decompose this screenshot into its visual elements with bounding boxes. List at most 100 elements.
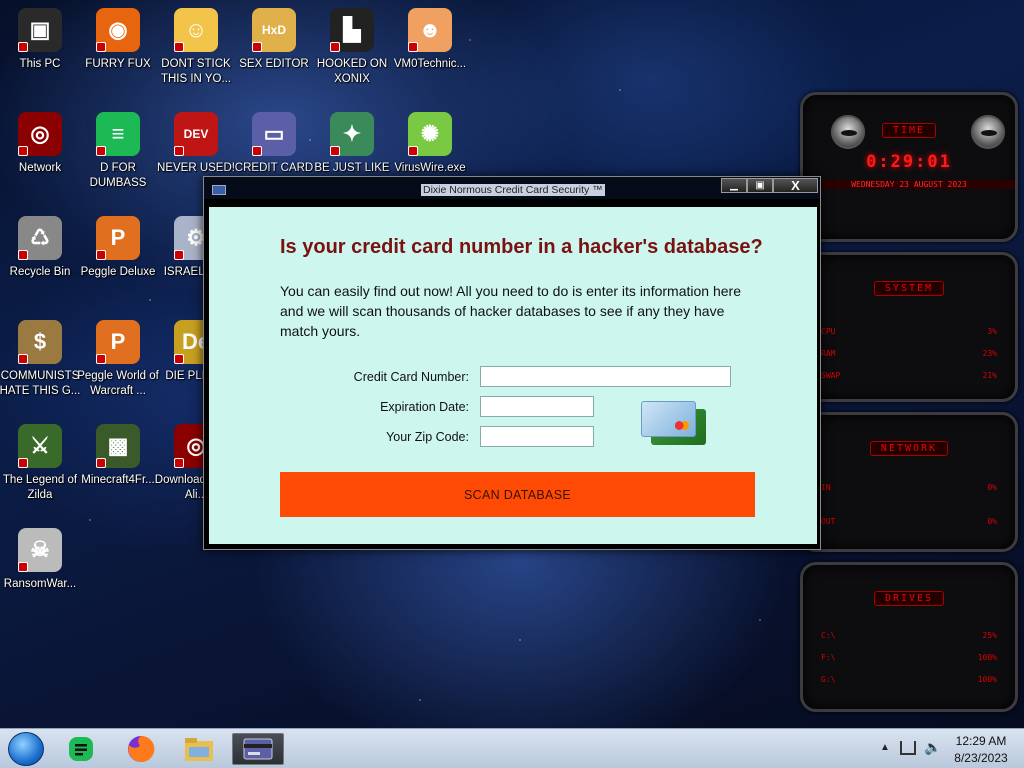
window-titlebar[interactable]: Dixie Normous Credit Card Security ™ ▁ ▣… (204, 177, 820, 199)
window-controls: ▁ ▣ X (721, 178, 818, 193)
shortcut-arrow-icon (96, 42, 106, 52)
card-number-input[interactable] (480, 366, 731, 387)
desktop-shortcut[interactable]: ≡ D FOR DUMBASS (78, 104, 158, 204)
zip-code-input[interactable] (480, 426, 594, 447)
system-title: SYSTEM (803, 281, 1015, 296)
shortcut-arrow-icon (174, 250, 184, 260)
desktop-shortcut[interactable]: ☻ VM0Technic... (390, 0, 470, 100)
drive-g-row: G:\ 100% (821, 675, 997, 684)
recycle-bin-icon: ♺ (18, 216, 62, 260)
desktop-shortcut[interactable]: ◉ FURRY FUX (78, 0, 158, 100)
drives-title: DRIVES (803, 591, 1015, 606)
desktop-shortcut-label: This PC (19, 58, 61, 70)
desktop-shortcut-label: Peggle World of Warcraft ... (77, 370, 159, 397)
shortcut-arrow-icon (330, 42, 340, 52)
alien-head-icon (971, 115, 1005, 149)
desktop-shortcut-label: Recycle Bin (9, 266, 71, 278)
desktop-shortcut-label: Minecraft4Fr... (81, 474, 155, 486)
money-bag-icon: $ (18, 320, 62, 364)
minimize-button[interactable]: ▁ (721, 178, 747, 193)
shortcut-arrow-icon (18, 146, 28, 156)
network-panel: NETWORK IN 0% OUT 0% (800, 412, 1018, 552)
network-icon: ◎ (18, 112, 62, 156)
santa-icon: ✦ (330, 112, 374, 156)
network-status-icon[interactable] (900, 741, 916, 755)
desktop-shortcut-label: HOOKED ON XONIX (316, 58, 388, 85)
show-hidden-icons-icon[interactable]: ▲ (880, 742, 890, 753)
skull-icon: ☠ (18, 528, 62, 572)
file-explorer-icon (185, 738, 213, 761)
desktop-shortcut-label: SEX EDITOR (239, 58, 309, 70)
desktop-shortcut[interactable]: ▣ This PC (0, 0, 80, 100)
desktop-shortcut[interactable]: ◎ Network (0, 104, 80, 204)
zelda-icon: ⚔ (18, 424, 62, 468)
game-icon: ▙ (330, 8, 374, 52)
taskbar-clock-date[interactable]: 8/23/2023 (946, 751, 1016, 765)
chat-icon (69, 737, 93, 761)
card-number-label: Credit Card Number: (353, 370, 469, 384)
lime-icon: ✺ (408, 112, 452, 156)
desktop-shortcut[interactable]: HxD SEX EDITOR (234, 0, 314, 100)
desktop-shortcut-label: Network (18, 162, 62, 174)
shortcut-arrow-icon (330, 146, 340, 156)
shortcut-arrow-icon (96, 458, 106, 468)
shortcut-arrow-icon (18, 354, 28, 364)
desktop-shortcut[interactable]: ☠ RansomWar... (0, 520, 80, 620)
swap-row: SWAP 21% (821, 371, 997, 380)
devcpp-icon: DEV (174, 112, 218, 156)
shortcut-arrow-icon (18, 458, 28, 468)
desktop-shortcut[interactable]: ☺ DONT STICK THIS IN YO... (156, 0, 236, 100)
volume-icon[interactable]: 🔈 (924, 739, 941, 756)
chat-icon: ≡ (96, 112, 140, 156)
desktop-shortcut-label: FURRY FUX (85, 58, 151, 70)
shortcut-arrow-icon (18, 562, 28, 572)
shortcut-arrow-icon (408, 146, 418, 156)
close-button[interactable]: X (773, 178, 818, 193)
expiration-date-input[interactable] (480, 396, 594, 417)
shortcut-arrow-icon (96, 354, 106, 364)
zip-code-label: Your Zip Code: (386, 430, 469, 444)
desktop-shortcut[interactable]: ▩ Minecraft4Fr... (78, 416, 158, 516)
taskbar-firefox[interactable] (122, 733, 160, 765)
desktop-shortcut-label: COMMUNISTS HATE THIS G... (0, 370, 81, 397)
taskbar-credit-card-checker[interactable] (232, 733, 284, 765)
credit-card-security-window: Dixie Normous Credit Card Security ™ ▁ ▣… (203, 176, 821, 550)
system-panel: SYSTEM CPU 3% RAM 23% SWAP 21% (800, 252, 1018, 402)
desktop-shortcut[interactable]: ♺ Recycle Bin (0, 208, 80, 308)
description-text: You can easily find out now! All you nee… (280, 283, 741, 339)
start-orb-icon[interactable] (8, 732, 44, 766)
desktop-shortcut-label: RansomWar... (3, 578, 77, 590)
expiration-date-label: Expiration Date: (380, 400, 469, 414)
desktop-shortcut[interactable]: ▙ HOOKED ON XONIX (312, 0, 392, 100)
time-panel: TIME 0:29:01 WEDNESDAY 23 AUGUST 2023 (800, 92, 1018, 242)
minecraft-icon: ▩ (96, 424, 140, 468)
firefox-icon (128, 735, 155, 762)
desktop-shortcut[interactable]: $ COMMUNISTS HATE THIS G... (0, 312, 80, 412)
peggle-icon: P (96, 216, 140, 260)
shortcut-arrow-icon (252, 42, 262, 52)
desktop-shortcut[interactable]: P Peggle World of Warcraft ... (77, 312, 159, 412)
scan-database-button[interactable]: SCAN DATABASE (280, 472, 755, 517)
gadget-date: WEDNESDAY 23 AUGUST 2023 (803, 180, 1015, 189)
network-out-row: OUT 0% (821, 517, 997, 526)
credit-card-icon (243, 738, 273, 760)
desktop-shortcut-label: D FOR DUMBASS (89, 162, 147, 189)
credit-cards-icon (641, 401, 709, 447)
cartoon-icon: ☺ (174, 8, 218, 52)
shortcut-arrow-icon (408, 42, 418, 52)
technician-icon: ☻ (408, 8, 452, 52)
desktop-shortcut[interactable]: ⚔ The Legend of Zilda (0, 416, 80, 516)
taskbar-chat-app[interactable] (62, 733, 100, 765)
desktop-shortcut[interactable]: P Peggle Deluxe (78, 208, 158, 308)
shortcut-arrow-icon (174, 146, 184, 156)
shortcut-arrow-icon (174, 354, 184, 364)
taskbar-file-explorer[interactable] (180, 733, 218, 765)
maximize-button[interactable]: ▣ (747, 178, 773, 193)
shortcut-arrow-icon (174, 42, 184, 52)
peggle-wow-icon: P (96, 320, 140, 364)
shortcut-arrow-icon (18, 250, 28, 260)
taskbar-clock-time[interactable]: 12:29 AM (946, 734, 1016, 748)
taskbar: ▲ 🔈 12:29 AM 8/23/2023 (0, 728, 1024, 768)
desktop-shortcut-label: NEVER USED! (157, 162, 235, 174)
window-title: Dixie Normous Credit Card Security ™ (421, 184, 605, 196)
